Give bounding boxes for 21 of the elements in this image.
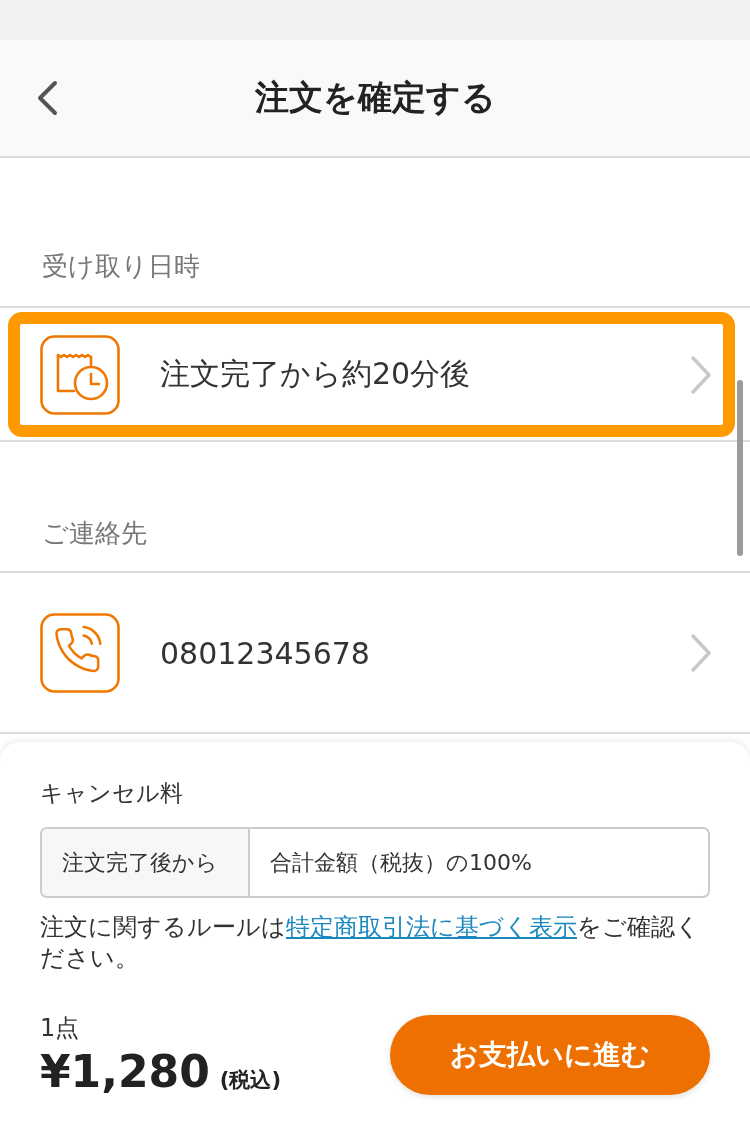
receipt-clock-icon [40,334,120,415]
back-button[interactable] [36,80,58,116]
scrollbar-thumb[interactable] [737,380,743,556]
phone-icon [40,613,120,693]
table-cell: 注文完了後から [42,829,250,896]
chevron-right-icon [690,354,712,395]
table-cell-text: 合計金額（税抜）の100% [269,848,533,877]
chevron-left-icon [36,80,58,116]
list-item[interactable]: 注文完了から約20分後 [8,312,735,437]
cancellation-fee-label: キャンセル料 [40,779,184,808]
phone-number-text: 08012345678 [160,635,371,671]
legal-notice-link[interactable]: 特定商取引法に基づく表示 [286,913,577,941]
pickup-time-text: 注文完了から約20分後 [160,355,472,393]
chevron-right-icon [690,633,712,673]
section-label: ご連絡先 [42,517,147,550]
section-label: 受け取り日時 [42,250,200,283]
page-title: 注文を確定する [253,76,497,119]
item-count: 1点 [40,1013,81,1044]
tax-note: (税込) [219,1067,281,1094]
notice-text: 注文に関するルールは特定商取引法に基づく表示をご確認ください。 [40,912,701,974]
total-price: ¥1,280 [40,1046,210,1098]
